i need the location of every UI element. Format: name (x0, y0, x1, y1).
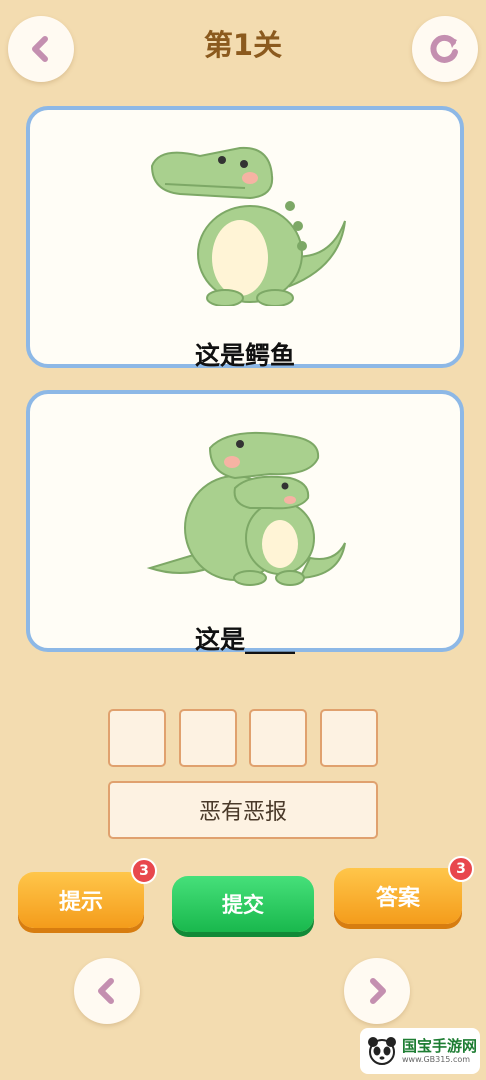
submit-button[interactable]: 提交 (172, 876, 314, 932)
watermark-sub-text: www.GB315.com (402, 1055, 471, 1064)
chevron-right-icon (370, 978, 386, 1004)
panda-icon (368, 1037, 396, 1065)
submit-label: 提交 (222, 893, 264, 917)
answer-slot-1[interactable] (108, 709, 166, 767)
next-level-button[interactable] (344, 958, 410, 1024)
answer-slot-3[interactable] (249, 709, 307, 767)
hint-button[interactable]: 提示 (18, 872, 144, 928)
example-card: 这是鳄鱼 (26, 106, 464, 370)
prev-level-button[interactable] (74, 958, 140, 1024)
answer-slot-4[interactable] (320, 709, 378, 767)
question-card: 这是____ (26, 390, 464, 654)
answer-button[interactable]: 答案 (334, 868, 462, 924)
answer-slot-2[interactable] (179, 709, 237, 767)
refresh-icon (430, 34, 458, 63)
watermark-main-text: 国宝手游网 (402, 1037, 478, 1055)
crocodile-hug-illustration (146, 431, 346, 586)
answer-label: 答案 (375, 886, 420, 911)
word-option[interactable]: 恶有恶报 (108, 781, 378, 839)
crocodile-illustration (150, 146, 346, 306)
refresh-button[interactable] (412, 16, 478, 82)
watermark-logo: 国宝手游网 www.GB315.com (360, 1028, 480, 1074)
chevron-left-icon (98, 978, 114, 1004)
hint-label: 提示 (58, 890, 103, 915)
example-caption: 这是鳄鱼 (194, 341, 295, 370)
answer-count-badge: 3 (448, 856, 474, 882)
hint-count-badge: 3 (131, 858, 157, 884)
question-caption: 这是____ (194, 625, 295, 654)
